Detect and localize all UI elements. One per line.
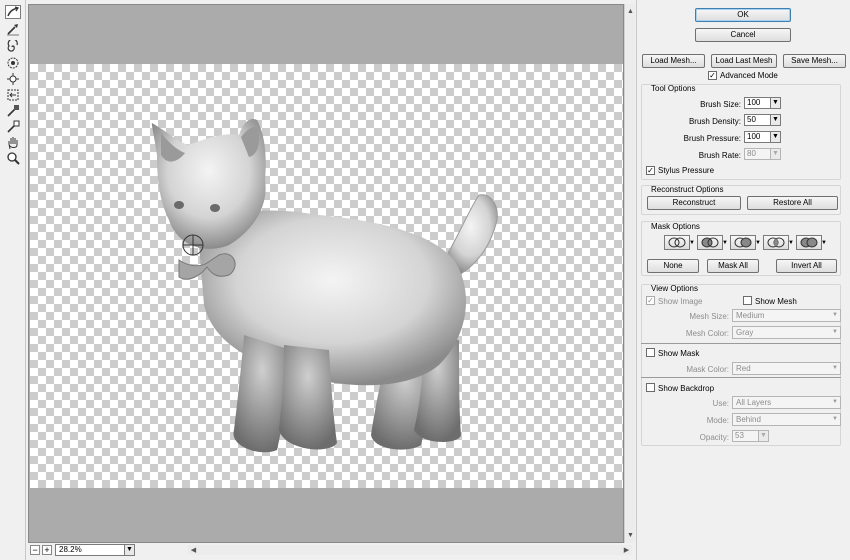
show-mask-label: Show Mask <box>658 349 700 358</box>
view-options-title: View Options <box>651 284 698 293</box>
forward-warp-icon[interactable] <box>5 5 21 19</box>
mode-select: Behind ▼ <box>732 413 841 426</box>
brush-density-field[interactable]: 50 <box>744 114 772 126</box>
vertical-scrollbar[interactable]: ▲ ▼ <box>624 4 635 543</box>
reconstruct-button[interactable]: Reconstruct <box>647 196 741 210</box>
chevron-down-icon: ▼ <box>758 430 769 442</box>
liquify-toolbar <box>0 0 26 560</box>
reconstruct-options-title: Reconstruct Options <box>651 185 724 194</box>
mask-intersect-icon[interactable]: ▼ <box>763 235 794 250</box>
use-value: All Layers <box>736 398 772 407</box>
mask-color-select: Red ▼ <box>732 362 841 375</box>
liquify-options-panel: OK Cancel Load Mesh... Load Last Mesh Sa… <box>636 0 850 560</box>
chevron-down-icon[interactable]: ▼ <box>770 131 781 143</box>
zoom-icon[interactable] <box>5 151 21 165</box>
show-image-label: Show Image <box>658 297 703 306</box>
opacity-field: 53 <box>732 430 760 442</box>
chevron-down-icon[interactable]: ▼ <box>770 114 781 126</box>
chevron-down-icon: ▼ <box>770 148 781 160</box>
mesh-color-select: Gray ▼ <box>732 326 841 339</box>
brush-pressure-label: Brush Pressure: <box>683 134 741 143</box>
chevron-down-icon: ▼ <box>832 329 838 335</box>
show-mesh-checkbox[interactable] <box>743 296 752 305</box>
kitten-image <box>151 118 498 453</box>
reconstruct-icon[interactable] <box>5 22 21 36</box>
brush-size-label: Brush Size: <box>700 100 741 109</box>
zoom-level-field[interactable]: 28.2% ▼ <box>55 544 135 556</box>
brush-rate-label: Brush Rate: <box>698 151 741 160</box>
stylus-pressure-label: Stylus Pressure <box>658 166 715 175</box>
invert-all-button[interactable]: Invert All <box>776 259 837 273</box>
stylus-pressure-checkbox[interactable]: ✓ <box>646 166 655 175</box>
show-mask-checkbox[interactable] <box>646 348 655 357</box>
mesh-size-value: Medium <box>736 311 765 320</box>
mode-label: Mode: <box>706 416 729 425</box>
mask-add-icon[interactable]: ▼ <box>697 235 728 250</box>
mask-all-button[interactable]: Mask All <box>707 259 759 273</box>
brush-pressure-field[interactable]: 100 <box>744 131 772 143</box>
divider <box>641 377 841 378</box>
chevron-down-icon: ▼ <box>832 399 838 405</box>
mode-value: Behind <box>736 415 761 424</box>
chevron-down-icon: ▼ <box>832 312 838 318</box>
brush-size-field[interactable]: 100 <box>744 97 772 109</box>
cancel-button[interactable]: Cancel <box>695 28 791 42</box>
zoom-in-button[interactable]: + <box>42 545 52 555</box>
mask-replace-icon[interactable]: ▼ <box>664 235 695 250</box>
scroll-right-icon[interactable]: ▶ <box>621 544 632 555</box>
pucker-icon[interactable] <box>5 56 21 70</box>
scroll-down-icon[interactable]: ▼ <box>625 530 636 541</box>
mask-color-label: Mask Color: <box>686 365 729 374</box>
freeze-mask-icon[interactable] <box>5 104 21 118</box>
bloat-icon[interactable] <box>5 72 21 86</box>
restore-all-button[interactable]: Restore All <box>747 196 838 210</box>
load-last-mesh-button[interactable]: Load Last Mesh <box>711 54 777 68</box>
hand-icon[interactable] <box>5 136 21 150</box>
mask-color-value: Red <box>736 364 751 373</box>
push-left-icon[interactable] <box>5 88 21 102</box>
use-label: Use: <box>712 399 729 408</box>
show-mesh-label: Show Mesh <box>755 297 797 306</box>
mask-none-button[interactable]: None <box>647 259 699 273</box>
zoom-level-value: 28.2% <box>59 545 82 554</box>
show-image-checkbox: ✓ <box>646 296 655 305</box>
load-mesh-button[interactable]: Load Mesh... <box>642 54 705 68</box>
chevron-down-icon[interactable]: ▼ <box>770 97 781 109</box>
show-backdrop-label: Show Backdrop <box>658 384 715 393</box>
advanced-mode-checkbox[interactable]: ✓ <box>708 71 717 80</box>
brush-rate-field: 80 <box>744 148 772 160</box>
mesh-size-select: Medium ▼ <box>732 309 841 322</box>
thaw-mask-icon[interactable] <box>5 120 21 134</box>
zoom-out-button[interactable]: − <box>30 545 40 555</box>
chevron-down-icon: ▼ <box>832 365 838 371</box>
advanced-mode-label: Advanced Mode <box>720 71 778 80</box>
brush-density-label: Brush Density: <box>688 117 741 126</box>
twirl-clockwise-icon[interactable] <box>5 40 21 54</box>
opacity-label: Opacity: <box>699 433 729 442</box>
ok-button[interactable]: OK <box>695 8 791 22</box>
mesh-size-label: Mesh Size: <box>689 312 729 321</box>
zoom-bar: − + 28.2% ▼ ◀ ▶ <box>28 543 635 560</box>
mesh-color-label: Mesh Color: <box>685 329 729 338</box>
tool-options-title: Tool Options <box>651 84 696 93</box>
mesh-color-value: Gray <box>736 328 754 337</box>
scroll-up-icon[interactable]: ▲ <box>625 6 636 17</box>
preview-canvas[interactable] <box>28 4 624 543</box>
divider <box>641 343 841 344</box>
show-backdrop-checkbox[interactable] <box>646 383 655 392</box>
mask-invert-icon[interactable]: ▼ <box>796 235 827 250</box>
use-select: All Layers ▼ <box>732 396 841 409</box>
mask-subtract-icon[interactable]: ▼ <box>730 235 761 250</box>
mask-options-title: Mask Options <box>651 222 700 231</box>
chevron-down-icon[interactable]: ▼ <box>124 544 135 556</box>
chevron-down-icon: ▼ <box>832 416 838 422</box>
horizontal-scrollbar[interactable]: ◀ ▶ <box>188 545 632 555</box>
scroll-left-icon[interactable]: ◀ <box>188 544 199 555</box>
save-mesh-button[interactable]: Save Mesh... <box>783 54 846 68</box>
